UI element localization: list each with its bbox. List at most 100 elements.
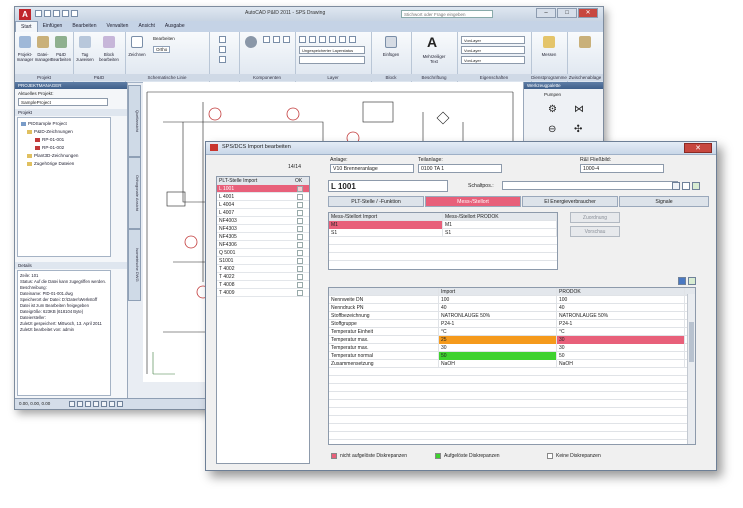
ok-checkbox[interactable] (297, 218, 303, 224)
mapping-row[interactable] (329, 237, 557, 245)
current-project-select[interactable]: SampleProject (18, 98, 108, 106)
file-manager-icon[interactable] (37, 36, 49, 48)
ok-checkbox[interactable] (297, 282, 303, 288)
tab-measure-location[interactable]: Mess-/Stellort (425, 196, 521, 207)
new-icon[interactable] (35, 10, 42, 17)
ok-checkbox[interactable] (297, 274, 303, 280)
layer-icon[interactable] (309, 36, 316, 43)
tool-icon[interactable] (219, 56, 226, 63)
scrollbar-thumb[interactable] (689, 322, 694, 362)
layer-state-select[interactable]: Ungespeicherter Layerstatus (299, 46, 365, 54)
validate-icon[interactable] (245, 36, 257, 48)
property-row[interactable]: Stoffbezeichnung NATRONLAUGE 50% NATRONLAU… (329, 312, 695, 320)
assign-button[interactable]: Zuordnung (570, 212, 620, 223)
list-item[interactable]: L 4007 (217, 209, 309, 217)
minimize-button[interactable]: – (536, 8, 556, 18)
tab-start[interactable]: Start (15, 21, 38, 32)
property-row[interactable]: Temperatur Einheit °C °C (329, 328, 695, 336)
compressor-icon[interactable]: ⊖ (548, 124, 556, 135)
paste-icon[interactable] (579, 36, 591, 48)
undo-icon[interactable] (62, 10, 69, 17)
project-manager-icon[interactable] (19, 36, 31, 48)
ok-checkbox[interactable] (297, 258, 303, 264)
linetype-select[interactable]: VonLayer (461, 46, 525, 54)
draw-line-icon[interactable] (131, 36, 143, 48)
mapping-row[interactable]: M1 M1 (329, 221, 557, 229)
lwt-toggle[interactable] (117, 401, 123, 407)
property-row[interactable]: Stoffgruppe P24-1 P24-1 (329, 320, 695, 328)
block-edit-icon[interactable] (103, 36, 115, 48)
tab-signals[interactable]: Signale (619, 196, 709, 207)
ok-checkbox[interactable] (297, 250, 303, 256)
pump-icon[interactable]: ⚙ (548, 104, 557, 115)
search-input[interactable]: Stichwort oder Frage eingeben (401, 10, 493, 18)
layer-icon[interactable] (339, 36, 346, 43)
ok-checkbox[interactable] (297, 266, 303, 272)
preview-button[interactable]: Vorschau (570, 226, 620, 237)
ok-checkbox[interactable] (297, 290, 303, 296)
osnap-toggle[interactable] (101, 401, 107, 407)
tab-insert[interactable]: Einfügen (38, 21, 68, 31)
property-row[interactable]: Temperatur max. 25 30 (329, 336, 695, 344)
tree-item[interactable]: P&ID-Zeichnungen (27, 129, 73, 134)
valve-icon[interactable]: ⋈ (574, 104, 584, 115)
grid-toggle[interactable] (77, 401, 83, 407)
layer-icon[interactable] (329, 36, 336, 43)
tab-view[interactable]: Ansicht (133, 21, 159, 31)
ok-checkbox[interactable] (297, 226, 303, 232)
color-select[interactable]: VonLayer (461, 36, 525, 44)
ortho-button[interactable]: Ortho (153, 46, 171, 53)
open-icon[interactable] (44, 10, 51, 17)
clear-icon[interactable] (682, 182, 690, 190)
ok-checkbox[interactable] (297, 210, 303, 216)
tab-manage[interactable]: Verwalten (102, 21, 134, 31)
maximize-button[interactable]: □ (557, 8, 577, 18)
export-icon[interactable] (688, 277, 696, 285)
layer-icon[interactable] (299, 36, 306, 43)
property-row[interactable]: Zusammensetzung NaOH NaOH (329, 360, 695, 368)
tool-icon[interactable] (219, 46, 226, 53)
dialog-close-button[interactable]: ✕ (684, 143, 712, 153)
measure-icon[interactable] (543, 36, 555, 48)
insert-block-icon[interactable] (385, 36, 397, 48)
tree-item[interactable]: Plant3D-Zeichnungen (27, 153, 78, 158)
tab-energy-consumer[interactable]: El Energieverbraucher (522, 196, 618, 207)
mapping-row[interactable] (329, 245, 557, 253)
layer-icon[interactable] (319, 36, 326, 43)
tool-icon[interactable] (273, 36, 280, 43)
property-row[interactable]: Nenndruck PN 40 40 (329, 304, 695, 312)
polar-toggle[interactable] (93, 401, 99, 407)
list-item[interactable]: T 4009 (217, 289, 309, 297)
tree-item[interactable]: RP-01-001 (35, 137, 64, 142)
text-icon[interactable]: A (427, 34, 437, 50)
list-item[interactable]: Q 5001 (217, 249, 309, 257)
list-item[interactable]: NF4003 (217, 217, 309, 225)
side-tab-iso[interactable]: Isometrische DWG (128, 229, 141, 301)
mapping-row[interactable] (329, 253, 557, 261)
ortho-toggle[interactable] (85, 401, 91, 407)
list-item[interactable]: NF4305 (217, 233, 309, 241)
schaltpos-select[interactable] (502, 181, 678, 190)
dropdown-icon[interactable] (672, 182, 680, 190)
save-icon[interactable] (53, 10, 60, 17)
tree-item[interactable]: RP-01-002 (35, 145, 64, 150)
vertical-scrollbar[interactable] (687, 294, 695, 444)
side-tab-ortho[interactable]: Orthogonale Ansicht (128, 157, 141, 229)
ok-checkbox[interactable] (297, 194, 303, 200)
ok-checkbox[interactable] (297, 202, 303, 208)
list-item[interactable]: L 4004 (217, 201, 309, 209)
ok-checkbox[interactable] (297, 186, 303, 192)
list-item[interactable]: T 4022 (217, 273, 309, 281)
list-item[interactable]: L 1001 (217, 185, 309, 193)
app-menu-icon[interactable]: A (19, 9, 31, 20)
list-item[interactable]: S1001 (217, 257, 309, 265)
fan-icon[interactable]: ✣ (574, 124, 582, 135)
grid-view-icon[interactable] (678, 277, 686, 285)
list-item[interactable]: L 4001 (217, 193, 309, 201)
property-row[interactable]: Nennweite DN 100 100 (329, 296, 695, 304)
tool-icon[interactable] (219, 36, 226, 43)
tab-plt-function[interactable]: PLT-Stelle / -Funktion (328, 196, 424, 207)
layer-icon[interactable] (349, 36, 356, 43)
list-item[interactable]: T 4008 (217, 281, 309, 289)
ok-checkbox[interactable] (297, 234, 303, 240)
